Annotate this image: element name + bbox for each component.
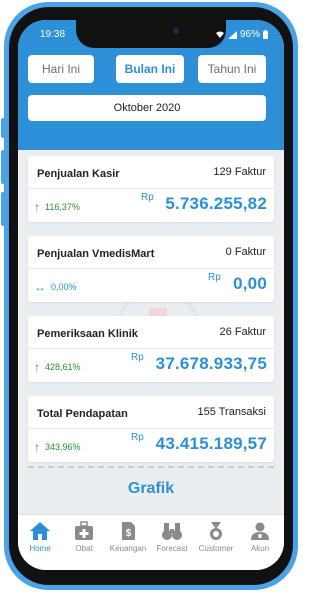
nav-home[interactable]: Home: [18, 521, 62, 553]
svg-text:$: $: [126, 528, 132, 539]
period-header: Hari Ini Bulan Ini Tahun Ini Oktober 202…: [18, 48, 284, 150]
card-divider: [28, 428, 274, 429]
tab-tahun-ini[interactable]: Tahun Ini: [198, 55, 266, 83]
nav-akun[interactable]: Akun: [238, 521, 282, 553]
battery-icon: [263, 30, 268, 39]
phone-side-button: [1, 150, 5, 184]
phone-side-button: [1, 192, 5, 226]
card-title: Penjualan VmedisMart: [37, 248, 155, 260]
period-selector[interactable]: Oktober 2020: [28, 95, 266, 121]
nav-keuangan[interactable]: $ Keuangan: [106, 521, 150, 553]
money-icon: $: [122, 522, 135, 540]
customer-medal-icon: [210, 522, 222, 540]
card-count: 0 Faktur: [225, 246, 266, 258]
card-amount: 5.736.255,82: [165, 194, 267, 213]
nav-obat[interactable]: Obat: [62, 521, 106, 553]
status-indicators: 96%: [215, 29, 268, 40]
trend-up-arrow-icon: ↑: [34, 200, 40, 214]
camera-notch: [76, 20, 226, 48]
currency-label: Rp: [131, 352, 144, 363]
nav-forecast[interactable]: Forecast: [150, 521, 194, 553]
trend-percent: 428,61%: [45, 362, 81, 372]
wifi-icon: [215, 31, 224, 38]
phone-side-button: [1, 118, 5, 138]
status-time: 19:38: [40, 29, 66, 40]
medkit-icon: [75, 521, 93, 540]
trend-row: ↑ 116,37%: [34, 200, 80, 214]
trend-up-arrow-icon: ↑: [34, 440, 40, 454]
card-count: 155 Transaksi: [197, 406, 266, 418]
card-title: Penjualan Kasir: [37, 168, 120, 180]
card-penjualan-kasir[interactable]: Penjualan Kasir 129 Faktur ↑ 116,37% Rp …: [28, 156, 274, 222]
section-divider: [28, 466, 274, 468]
nav-label: Akun: [250, 544, 270, 553]
grafik-link[interactable]: Grafik: [18, 480, 284, 498]
binoculars-icon: [162, 523, 182, 540]
card-total-pendapatan[interactable]: Total Pendapatan 155 Transaksi ↑ 343,96%…: [28, 396, 274, 462]
card-divider: [28, 348, 274, 349]
card-amount: 37.678.933,75: [155, 354, 267, 373]
status-bar: 19:38 96%: [18, 20, 284, 48]
bottom-nav: Home Obat $ Keuangan Forecast Customer A…: [18, 514, 284, 570]
trend-percent: 0,00%: [51, 282, 77, 292]
currency-label: Rp: [131, 432, 144, 443]
trend-flat-arrow-icon: ↔: [34, 280, 46, 294]
card-penjualan-vmedismart[interactable]: Penjualan VmedisMart 0 Faktur ↔ 0,00% Rp…: [28, 236, 274, 302]
nav-label: Keuangan: [109, 544, 147, 553]
trend-percent: 116,37%: [45, 202, 80, 212]
tab-bulan-ini[interactable]: Bulan Ini: [116, 55, 184, 83]
tab-hari-ini[interactable]: Hari Ini: [28, 55, 94, 83]
card-title: Total Pendapatan: [37, 408, 128, 420]
card-divider: [28, 188, 274, 189]
signal-icon: [227, 30, 237, 39]
currency-label: Rp: [208, 272, 221, 283]
card-count: 26 Faktur: [219, 326, 266, 338]
card-pemeriksaan-klinik[interactable]: Pemeriksaan Klinik 26 Faktur ↑ 428,61% R…: [28, 316, 274, 382]
card-divider: [28, 268, 274, 269]
nav-label: Home: [29, 544, 51, 553]
summary-content: Penjualan Kasir 129 Faktur ↑ 116,37% Rp …: [18, 150, 284, 520]
camera-icon: [173, 28, 179, 34]
trend-up-arrow-icon: ↑: [34, 360, 40, 374]
card-amount: 43.415.189,57: [155, 434, 267, 453]
card-title: Pemeriksaan Klinik: [37, 328, 138, 340]
battery-percent: 96%: [239, 29, 260, 40]
trend-percent: 343,96%: [45, 442, 81, 452]
trend-row: ↔ 0,00%: [34, 280, 77, 294]
nav-customer[interactable]: Customer: [194, 521, 238, 553]
card-amount: 0,00: [233, 274, 267, 293]
trend-row: ↑ 428,61%: [34, 360, 81, 374]
app-screen: 19:38 96% Hari Ini Bulan Ini Tahun Ini O…: [18, 20, 284, 570]
account-icon: [251, 522, 269, 540]
nav-label: Customer: [198, 544, 234, 553]
home-icon: [30, 522, 50, 540]
trend-row: ↑ 343,96%: [34, 440, 81, 454]
nav-label: Obat: [75, 544, 93, 553]
currency-label: Rp: [141, 192, 154, 203]
nav-label: Forecast: [156, 544, 188, 553]
card-count: 129 Faktur: [213, 166, 266, 178]
